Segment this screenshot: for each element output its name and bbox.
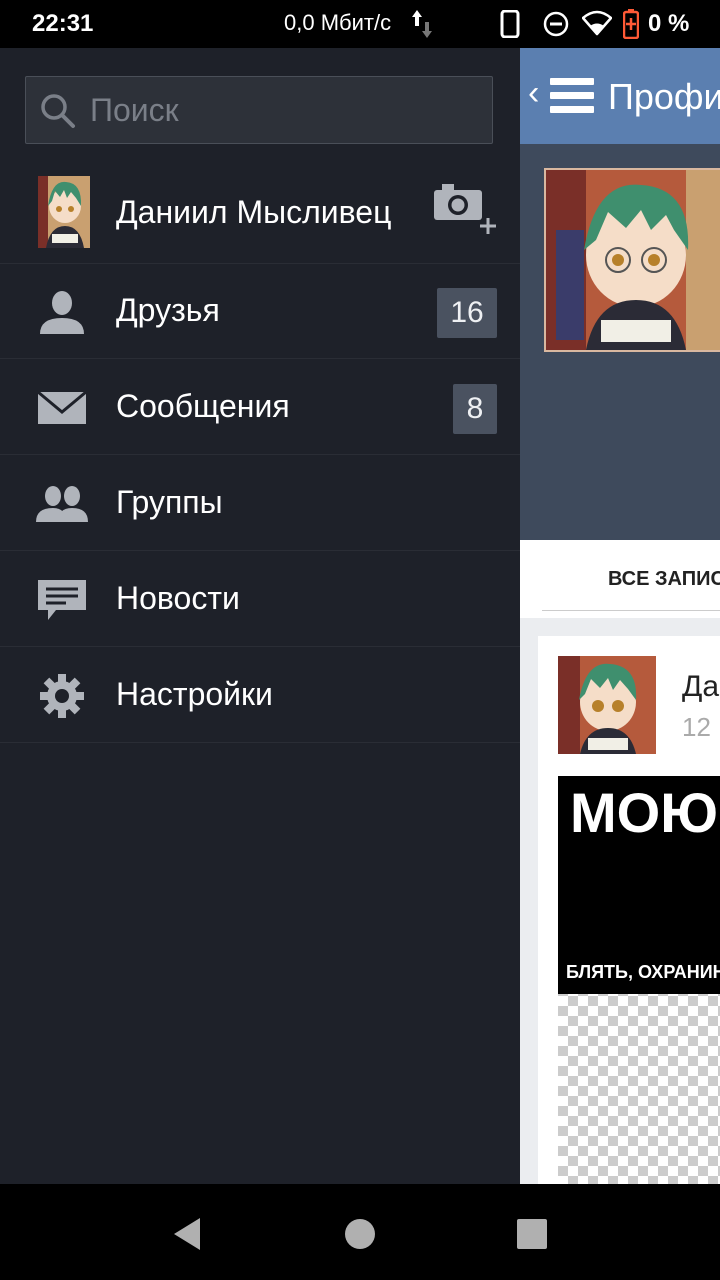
meme-top-text: МОЮ — [570, 781, 718, 844]
divider — [542, 610, 720, 611]
tab-all-posts[interactable]: ВСЕ ЗАПИСИ — [608, 568, 720, 591]
post-date: 12 — [682, 712, 711, 742]
phone-icon — [500, 10, 520, 38]
group-icon — [36, 486, 88, 522]
back-chevron-icon[interactable]: ‹ — [528, 74, 539, 113]
sidebar-item-groups[interactable]: Группы — [0, 456, 520, 551]
gear-icon — [40, 674, 84, 718]
profile-name: Даниил Мысливец — [116, 194, 392, 230]
sidebar-item-settings[interactable]: Настройки — [0, 648, 520, 743]
meme-bottom-text: БЛЯТЬ, ОХРАНИНИК — [566, 962, 720, 982]
sidebar-item-label: Настройки — [116, 676, 273, 712]
clock: 22:31 — [32, 10, 94, 37]
add-photo-camera-icon[interactable] — [432, 180, 500, 240]
post-avatar[interactable] — [558, 656, 656, 754]
sidebar-item-label: Сообщения — [116, 388, 290, 424]
search-input[interactable] — [90, 77, 480, 143]
sidebar-item-friends[interactable]: Друзья 16 — [0, 264, 520, 359]
system-navigation-bar — [0, 1184, 720, 1280]
envelope-icon — [37, 390, 87, 424]
back-triangle-icon[interactable] — [168, 1214, 208, 1254]
sidebar-item-news[interactable]: Новости — [0, 552, 520, 647]
home-circle-icon[interactable] — [340, 1214, 380, 1254]
menu-icon[interactable] — [550, 78, 594, 114]
sidebar-item-label: Друзья — [116, 292, 220, 328]
battery-icon — [623, 9, 639, 39]
network-speed: 0,0 Мбит/с — [284, 10, 392, 35]
profile-cover — [520, 144, 720, 540]
friends-count-badge: 16 — [437, 288, 497, 338]
profile-photo[interactable] — [544, 168, 720, 352]
search-icon — [41, 94, 75, 128]
wifi-icon — [582, 10, 612, 36]
wall-post[interactable]: Даниил Мысливец 12 МОЮ БЛЯТЬ, ОХРАНИНИК — [538, 636, 720, 1184]
person-icon — [40, 291, 84, 334]
recents-square-icon[interactable] — [512, 1214, 552, 1254]
page-title: Профиль — [608, 76, 720, 117]
do-not-disturb-icon — [543, 11, 569, 37]
status-bar: 22:31 0,0 Мбит/с 0 % — [0, 0, 720, 48]
search-box[interactable] — [25, 76, 493, 144]
messages-count-badge: 8 — [453, 384, 497, 434]
navigation-drawer: Даниил Мысливец Друзья 16 Сообщения 8 — [0, 48, 520, 1184]
sidebar-item-label: Группы — [116, 484, 223, 520]
app-header: ‹ Профиль — [520, 48, 720, 144]
avatar — [38, 176, 90, 248]
chat-bubble-icon — [38, 580, 86, 620]
sidebar-item-messages[interactable]: Сообщения 8 — [0, 360, 520, 455]
sidebar-item-label: Новости — [116, 580, 240, 616]
post-author[interactable]: Даниил Мысливец — [682, 670, 720, 704]
profile-screen: ‹ Профиль ВСЕ ЗАПИСИ — [520, 48, 720, 1184]
sidebar-item-profile[interactable]: Даниил Мысливец — [0, 160, 520, 264]
meme-image: МОЮ БЛЯТЬ, ОХРАНИНИК — [558, 776, 720, 994]
wall-tabs: ВСЕ ЗАПИСИ — [520, 540, 720, 618]
data-transfer-icon — [412, 10, 432, 38]
post-image[interactable]: МОЮ БЛЯТЬ, ОХРАНИНИК — [558, 776, 720, 1184]
battery-percent: 0 % — [648, 10, 690, 37]
